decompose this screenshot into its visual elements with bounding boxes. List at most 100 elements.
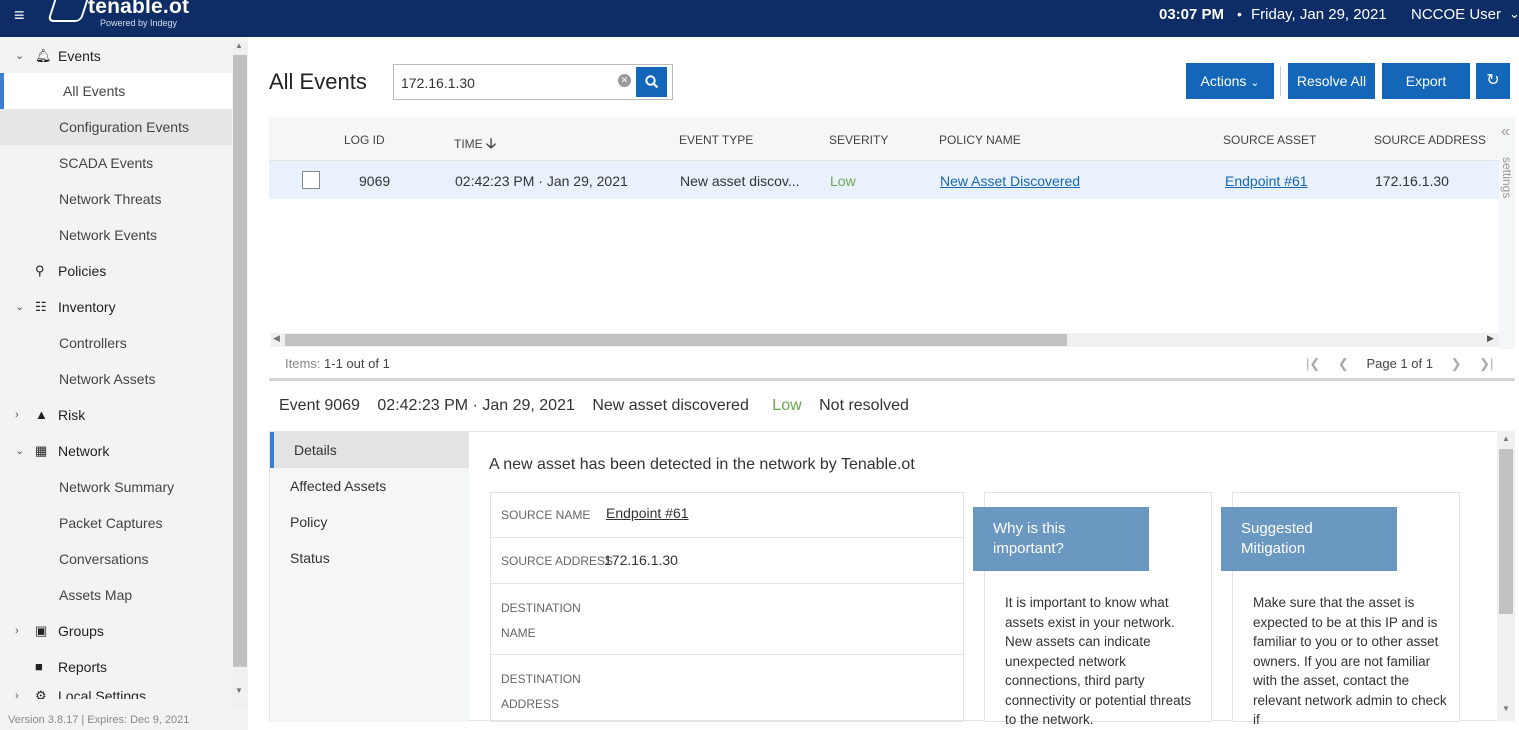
inventory-icon: ☷ xyxy=(35,299,47,314)
column-log-id[interactable]: LOG ID xyxy=(344,133,385,147)
user-chevron-icon[interactable]: ⌄ xyxy=(1509,6,1519,22)
settings-label[interactable]: settings xyxy=(1500,157,1514,198)
hamburger-menu-icon[interactable]: ≡ xyxy=(14,6,25,24)
search-icon xyxy=(644,75,658,89)
sidebar-item-scada-events[interactable]: SCADA Events xyxy=(0,145,232,181)
field-key: DESTINATION xyxy=(501,601,581,615)
table-row[interactable]: 9069 02:42:23 PM · Jan 29, 2021 New asse… xyxy=(269,161,1499,199)
event-detail-panel: Details Affected Assets Policy Status A … xyxy=(269,431,1515,727)
sidebar-item-events[interactable]: ⌄ 🔔︎ Events xyxy=(0,38,232,74)
cell-policy-name-link[interactable]: New Asset Discovered xyxy=(940,173,1080,189)
header-separator: • xyxy=(1237,6,1242,22)
items-count: Items: 1-1 out of 1 xyxy=(285,356,390,371)
logo-icon xyxy=(47,0,91,22)
column-time[interactable]: TIME 🡣 xyxy=(454,133,496,157)
grid-header: LOG ID TIME 🡣 EVENT TYPE SEVERITY POLICY… xyxy=(269,117,1499,161)
settings-icon: ⚙ xyxy=(35,688,47,699)
scroll-up-icon[interactable]: ▲ xyxy=(1502,434,1510,443)
event-type: New asset discovered xyxy=(592,397,749,414)
search-input[interactable]: 172.16.1.30 xyxy=(401,75,475,91)
resolve-all-button[interactable]: Resolve All xyxy=(1288,63,1375,99)
export-button[interactable]: Export xyxy=(1382,63,1470,99)
sidebar-item-network-assets[interactable]: Network Assets xyxy=(0,361,232,397)
sidebar-item-groups[interactable]: › ▣ Groups xyxy=(0,613,232,649)
sidebar-item-conversations[interactable]: Conversations xyxy=(0,541,232,577)
cell-time: 02:42:23 PM · Jan 29, 2021 xyxy=(455,173,628,189)
sidebar-item-label: Inventory xyxy=(58,299,116,315)
scroll-down-icon[interactable]: ▼ xyxy=(1502,704,1510,713)
horizontal-scrollbar-thumb[interactable] xyxy=(285,334,1067,346)
panel-divider[interactable] xyxy=(269,378,1515,381)
tab-details[interactable]: Details xyxy=(270,432,469,468)
tab-status[interactable]: Status xyxy=(290,550,330,566)
sidebar-scrollbar-thumb[interactable] xyxy=(233,55,247,667)
column-policy-name[interactable]: POLICY NAME xyxy=(939,133,1021,147)
sidebar-item-label: Policies xyxy=(58,263,107,279)
sidebar-item-network-events[interactable]: Network Events xyxy=(0,217,232,253)
reports-icon: ■ xyxy=(35,659,43,674)
clear-search-icon[interactable]: ✕ xyxy=(618,74,631,87)
sidebar-item-network-threats[interactable]: Network Threats xyxy=(0,181,232,217)
sidebar-item-policies[interactable]: ⚲ Policies xyxy=(0,253,232,289)
sidebar-item-network-summary[interactable]: Network Summary xyxy=(0,469,232,505)
prev-page-icon[interactable]: ❮ xyxy=(1338,356,1349,371)
cell-source-asset-link[interactable]: Endpoint #61 xyxy=(1225,173,1308,189)
sidebar-item-reports[interactable]: ■ Reports xyxy=(0,649,232,685)
field-key: DESTINATION xyxy=(501,672,581,686)
pager: |❮ ❮ Page 1 of 1 ❯ ❯| xyxy=(1306,356,1507,372)
column-time-label: TIME xyxy=(454,137,483,151)
network-icon: ▦ xyxy=(35,443,48,458)
first-page-icon[interactable]: |❮ xyxy=(1306,356,1320,371)
suggested-mitigation-card: Suggested Mitigation Make sure that the … xyxy=(1221,492,1460,727)
sidebar-item-inventory[interactable]: ⌄ ☷ Inventory xyxy=(0,289,232,325)
sidebar-item-label: Reports xyxy=(58,659,108,675)
sidebar-item-controllers[interactable]: Controllers xyxy=(0,325,232,361)
card-title-line: Mitigation xyxy=(1241,540,1306,557)
sidebar-item-label: Network xyxy=(58,443,110,459)
detail-scrollbar-thumb[interactable] xyxy=(1499,449,1513,614)
sidebar-item-risk[interactable]: › ▲ Risk xyxy=(0,397,232,433)
scroll-down-icon[interactable]: ▼ xyxy=(235,686,243,695)
column-settings-panel[interactable] xyxy=(1499,117,1515,349)
event-id: Event 9069 xyxy=(279,397,360,414)
tab-affected-assets[interactable]: Affected Assets xyxy=(290,478,386,494)
scroll-right-icon[interactable]: ▶ xyxy=(1487,333,1494,344)
source-name-link[interactable]: Endpoint #61 xyxy=(606,505,689,521)
card-text: It is important to know what assets exis… xyxy=(1005,595,1192,727)
next-page-icon[interactable]: ❯ xyxy=(1451,356,1462,371)
items-value: 1-1 out of 1 xyxy=(324,356,390,371)
card-text: Make sure that the asset is expected to … xyxy=(1253,595,1447,727)
actions-button[interactable]: Actions ⌄ xyxy=(1186,63,1274,99)
last-page-icon[interactable]: ❯| xyxy=(1479,356,1493,371)
search-box[interactable]: 172.16.1.30 ✕ xyxy=(393,64,673,100)
search-button[interactable] xyxy=(636,67,667,97)
field-key: SOURCE ADDRESS xyxy=(501,554,614,568)
sidebar-item-packet-captures[interactable]: Packet Captures xyxy=(0,505,232,541)
column-source-address[interactable]: SOURCE ADDRESS xyxy=(1374,133,1486,147)
sidebar-item-assets-map[interactable]: Assets Map xyxy=(0,577,232,613)
chevron-right-icon: › xyxy=(15,690,19,699)
column-event-type[interactable]: EVENT TYPE xyxy=(679,133,753,147)
sidebar-item-all-events[interactable]: All Events xyxy=(0,73,232,109)
sidebar-item-network[interactable]: ⌄ ▦ Network xyxy=(0,433,232,469)
column-severity[interactable]: SEVERITY xyxy=(829,133,888,147)
collapse-left-icon[interactable]: « xyxy=(1501,123,1510,141)
scroll-up-icon[interactable]: ▲ xyxy=(235,41,243,50)
user-menu[interactable]: NCCOE User xyxy=(1411,6,1501,23)
policy-icon: ⚲ xyxy=(35,263,45,278)
scroll-left-icon[interactable]: ◀ xyxy=(273,333,280,344)
field-key: SOURCE NAME xyxy=(501,508,591,522)
cell-severity: Low xyxy=(830,173,856,189)
row-checkbox[interactable] xyxy=(302,171,320,189)
tab-policy[interactable]: Policy xyxy=(290,514,327,530)
sidebar: ⌄ 🔔︎ Events All Events Configuration Eve… xyxy=(0,37,248,730)
event-fields-table: SOURCE NAME Endpoint #61 SOURCE ADDRESS … xyxy=(490,492,964,722)
clock-date: Friday, Jan 29, 2021 xyxy=(1251,6,1387,23)
sidebar-item-label: Local Settings xyxy=(58,688,146,699)
event-severity: Low xyxy=(772,397,802,414)
column-source-asset[interactable]: SOURCE ASSET xyxy=(1223,133,1316,147)
refresh-button[interactable]: ↻ xyxy=(1476,63,1510,99)
sidebar-item-configuration-events[interactable]: Configuration Events xyxy=(0,109,232,145)
refresh-icon: ↻ xyxy=(1486,72,1500,89)
sidebar-item-local-settings[interactable]: › ⚙ Local Settings xyxy=(0,685,232,699)
